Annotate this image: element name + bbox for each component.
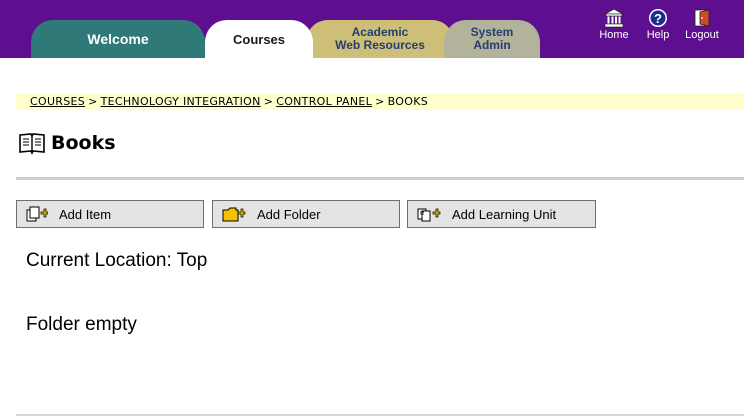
tab-system-admin[interactable]: System Admin [444, 20, 540, 58]
add-learning-unit-icon [417, 208, 441, 222]
book-icon [19, 133, 45, 155]
add-folder-icon [222, 207, 246, 222]
add-item-label: Add Item [59, 206, 112, 222]
page-header: Books [18, 130, 116, 156]
top-navigation-bar: Welcome Academic Web Resources System Ad… [0, 0, 744, 58]
logout-icon [694, 9, 710, 27]
add-item-button[interactable]: Add Item [16, 200, 204, 228]
breadcrumb-courses[interactable]: COURSES [30, 95, 85, 108]
tab-courses-label: Courses [232, 31, 286, 47]
page-title: Books [51, 132, 116, 154]
breadcrumb-separator: > [88, 95, 98, 108]
tab-academic-web-resources[interactable]: Academic Web Resources [306, 20, 454, 58]
add-learning-unit-button[interactable]: Add Learning Unit [407, 200, 596, 228]
logout-link[interactable]: Logout [682, 8, 722, 41]
breadcrumb-technology-integration[interactable]: TECHNOLOGY INTEGRATION [101, 95, 261, 108]
help-label: Help [646, 29, 670, 41]
logout-label: Logout [685, 29, 719, 41]
current-location: Current Location: Top [26, 250, 208, 271]
breadcrumb: COURSES > TECHNOLOGY INTEGRATION > CONTROL P… [16, 93, 744, 110]
tab-academic-label-line2: Web Resources [335, 38, 425, 52]
help-link[interactable]: ? Help [638, 8, 678, 41]
add-folder-button[interactable]: Add Folder [212, 200, 400, 228]
breadcrumb-control-panel[interactable]: CONTROL PANEL [276, 95, 372, 108]
folder-empty-message: Folder empty [26, 314, 137, 335]
tab-system-label-line2: Admin [473, 38, 511, 52]
home-label: Home [599, 29, 629, 41]
bottom-divider [16, 414, 744, 416]
divider [16, 177, 744, 180]
add-item-icon [26, 206, 48, 222]
home-link[interactable]: Home [594, 8, 634, 41]
home-icon [604, 8, 624, 28]
breadcrumb-separator: > [375, 95, 385, 108]
add-learning-unit-label: Add Learning Unit [452, 206, 557, 222]
svg-text:?: ? [654, 11, 662, 26]
tab-welcome-label: Welcome [87, 31, 149, 47]
help-icon: ? [649, 9, 667, 27]
tab-courses[interactable]: Courses [205, 20, 313, 58]
breadcrumb-current: BOOKS [387, 95, 428, 108]
breadcrumb-separator: > [263, 95, 274, 108]
add-folder-label: Add Folder [257, 206, 321, 222]
tab-welcome[interactable]: Welcome [31, 20, 205, 58]
